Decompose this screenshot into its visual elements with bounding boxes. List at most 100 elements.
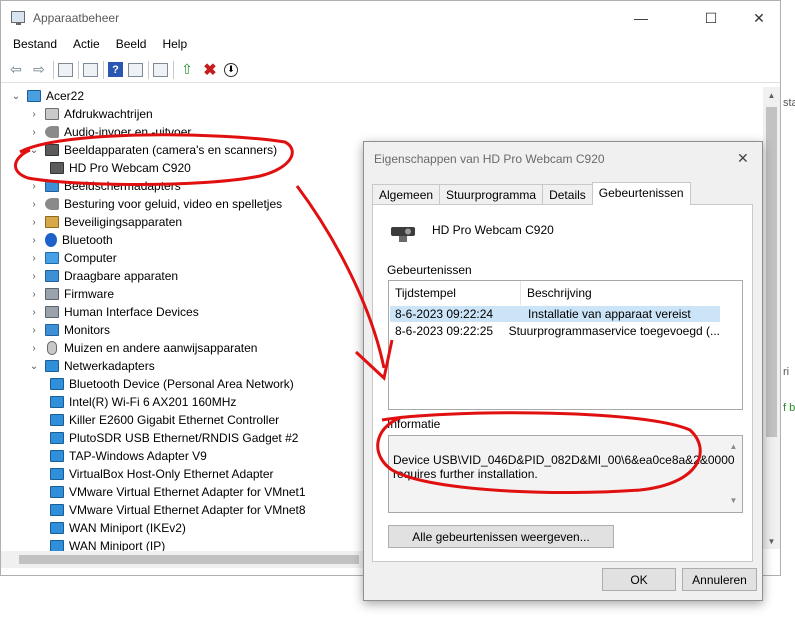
tree-child-item[interactable]: Bluetooth Device (Personal Area Network) (46, 375, 294, 393)
tree-category-item[interactable]: ⌄ Beeldapparaten (camera's en scanners) (27, 141, 277, 159)
show-all-events-button[interactable]: Alle gebeurtenissen weergeven... (388, 525, 614, 548)
edge-text: f b (783, 402, 795, 414)
tree-category-item[interactable]: › Firmware (27, 285, 114, 303)
chevron-right-icon[interactable]: › (27, 127, 41, 138)
info-textbox[interactable]: Device USB\VID_046D&PID_082D&MI_00\6&ea0… (388, 435, 743, 513)
scroll-down-icon[interactable]: ▼ (730, 494, 738, 508)
scrollbar-thumb[interactable] (19, 555, 359, 564)
tree-category-item[interactable]: › Muizen en andere aanwijsapparaten (27, 339, 257, 357)
tree-item-label: Draagbare apparaten (64, 269, 179, 283)
tree-child-item[interactable]: VMware Virtual Ethernet Adapter for VMne… (46, 483, 306, 501)
events-list[interactable]: Tijdstempel Beschrijving 8-6-2023 09:22:… (388, 280, 743, 410)
close-button[interactable]: ✕ (736, 5, 782, 31)
lock-icon (45, 216, 59, 228)
dialog-close-button[interactable]: ✕ (737, 150, 749, 167)
tree-child-item[interactable]: Killer E2600 Gigabit Ethernet Controller (46, 411, 279, 429)
tree-category-item[interactable]: › Human Interface Devices (27, 303, 198, 321)
ok-button[interactable]: OK (602, 568, 676, 591)
chip-icon (45, 288, 59, 300)
speaker-icon (45, 198, 59, 210)
events-header: Tijdstempel Beschrijving (389, 281, 742, 305)
vertical-scrollbar[interactable]: ▲ ▼ (763, 87, 780, 549)
menu-actie[interactable]: Actie (65, 35, 108, 55)
tree-category-item[interactable]: › Beveiligingsapparaten (27, 213, 182, 231)
tab-gebeurtenissen[interactable]: Gebeurtenissen (591, 182, 691, 205)
chevron-right-icon[interactable]: › (27, 325, 41, 336)
tree-child-item[interactable]: Intel(R) Wi-Fi 6 AX201 160MHz (46, 393, 236, 411)
tree-category-item[interactable]: › Draagbare apparaten (27, 267, 178, 285)
menu-bestand[interactable]: Bestand (5, 35, 65, 55)
tree-child-item[interactable]: PlutoSDR USB Ethernet/RNDIS Gadget #2 (46, 429, 298, 447)
chevron-right-icon[interactable]: › (27, 181, 41, 192)
tree-child-item[interactable]: WAN Miniport (IP) (46, 537, 165, 551)
events-panel: HD Pro Webcam C920 Gebeurtenissen Tijdst… (372, 204, 753, 562)
tree-category-item[interactable]: › Beeldschermadapters (27, 177, 181, 195)
tab-details[interactable]: Details (542, 184, 593, 205)
scroll-up-icon[interactable]: ▲ (763, 87, 780, 103)
maximize-button[interactable]: ☐ (688, 5, 734, 31)
cancel-button[interactable]: Annuleren (682, 568, 757, 591)
back-icon[interactable]: ⇦ (7, 61, 25, 79)
chevron-right-icon[interactable]: › (27, 253, 41, 264)
chevron-right-icon[interactable]: › (27, 217, 41, 228)
chevron-right-icon[interactable]: › (27, 307, 41, 318)
tree-root[interactable]: ⌄ Acer22 (9, 87, 84, 105)
tree-category-item[interactable]: › Monitors (27, 321, 110, 339)
chevron-down-icon[interactable]: ⌄ (9, 91, 23, 102)
tree-item-label: Beveiligingsapparaten (64, 215, 183, 229)
tree-category-item[interactable]: › Bluetooth (27, 231, 113, 249)
action-pane-icon[interactable] (128, 62, 143, 77)
tree-item-label: Intel(R) Wi-Fi 6 AX201 160MHz (69, 395, 237, 409)
scroll-up-icon[interactable]: ▲ (730, 440, 738, 454)
column-header-tijdstempel[interactable]: Tijdstempel (389, 281, 521, 305)
chevron-right-icon[interactable]: › (27, 271, 41, 282)
tree-category-item[interactable]: › Afdrukwachtrijen (27, 105, 152, 123)
chevron-right-icon[interactable]: › (27, 109, 41, 120)
tree-child-item[interactable]: TAP-Windows Adapter V9 (46, 447, 207, 465)
show-hide-console-tree-icon[interactable] (58, 62, 73, 77)
event-row[interactable]: 8-6-2023 09:22:25 Stuurprogrammaservice … (390, 323, 720, 339)
chevron-right-icon[interactable]: › (27, 235, 41, 246)
help-icon[interactable]: ? (108, 62, 123, 77)
scroll-down-icon[interactable]: ▼ (763, 533, 780, 549)
info-scrollbar[interactable]: ▲ ▼ (725, 436, 742, 512)
chevron-right-icon[interactable]: › (27, 343, 41, 354)
update-driver-icon[interactable]: ⇧ (178, 61, 196, 79)
scan-hardware-icon[interactable] (153, 62, 168, 77)
menu-help[interactable]: Help (154, 35, 195, 55)
tree-child-item[interactable]: VMware Virtual Ethernet Adapter for VMne… (46, 501, 306, 519)
tree-child-item[interactable]: HD Pro Webcam C920 (46, 159, 191, 177)
event-time: 8-6-2023 09:22:25 (395, 324, 494, 338)
disable-device-icon[interactable]: ⬇ (224, 62, 238, 77)
tab-stuurprogramma[interactable]: Stuurprogramma (439, 184, 544, 205)
menu-beeld[interactable]: Beeld (108, 35, 155, 55)
chevron-right-icon[interactable]: › (27, 289, 41, 300)
tree-child-item[interactable]: VirtualBox Host-Only Ethernet Adapter (46, 465, 274, 483)
tab-algemeen[interactable]: Algemeen (372, 184, 441, 205)
forward-icon[interactable]: ⇨ (30, 61, 48, 79)
info-text: Device USB\VID_046D&PID_082D&MI_00\6&ea0… (393, 453, 735, 481)
properties-icon[interactable] (83, 62, 98, 77)
minimize-button[interactable]: — (618, 5, 664, 31)
scrollbar-thumb[interactable] (766, 107, 777, 437)
tree-category-item[interactable]: › Audio-invoer en -uitvoer (27, 123, 191, 141)
tree-category-item[interactable]: ⌄ Netwerkadapters (27, 357, 155, 375)
tree-item-label: Beeldschermadapters (64, 179, 181, 193)
tree-item-label: Firmware (64, 287, 114, 301)
event-row[interactable]: 8-6-2023 09:22:24 Installatie van appara… (390, 306, 720, 322)
tree-child-item[interactable]: WAN Miniport (IKEv2) (46, 519, 186, 537)
events-label: Gebeurtenissen (387, 263, 472, 277)
tree-category-item[interactable]: › Computer (27, 249, 116, 267)
network-icon (50, 540, 64, 551)
uninstall-device-icon[interactable]: ✖ (201, 61, 219, 79)
chevron-down-icon[interactable]: ⌄ (27, 145, 41, 156)
network-icon (50, 504, 64, 516)
column-header-beschrijving[interactable]: Beschrijving (521, 281, 592, 305)
edge-text: ri (783, 366, 790, 378)
tree-category-item[interactable]: › Besturing voor geluid, video en spellet… (27, 195, 282, 213)
chevron-right-icon[interactable]: › (27, 199, 41, 210)
chevron-down-icon[interactable]: ⌄ (27, 361, 41, 372)
edge-text: sta (783, 97, 795, 109)
toolbar-separator (148, 60, 149, 79)
webcam-icon (391, 227, 415, 242)
